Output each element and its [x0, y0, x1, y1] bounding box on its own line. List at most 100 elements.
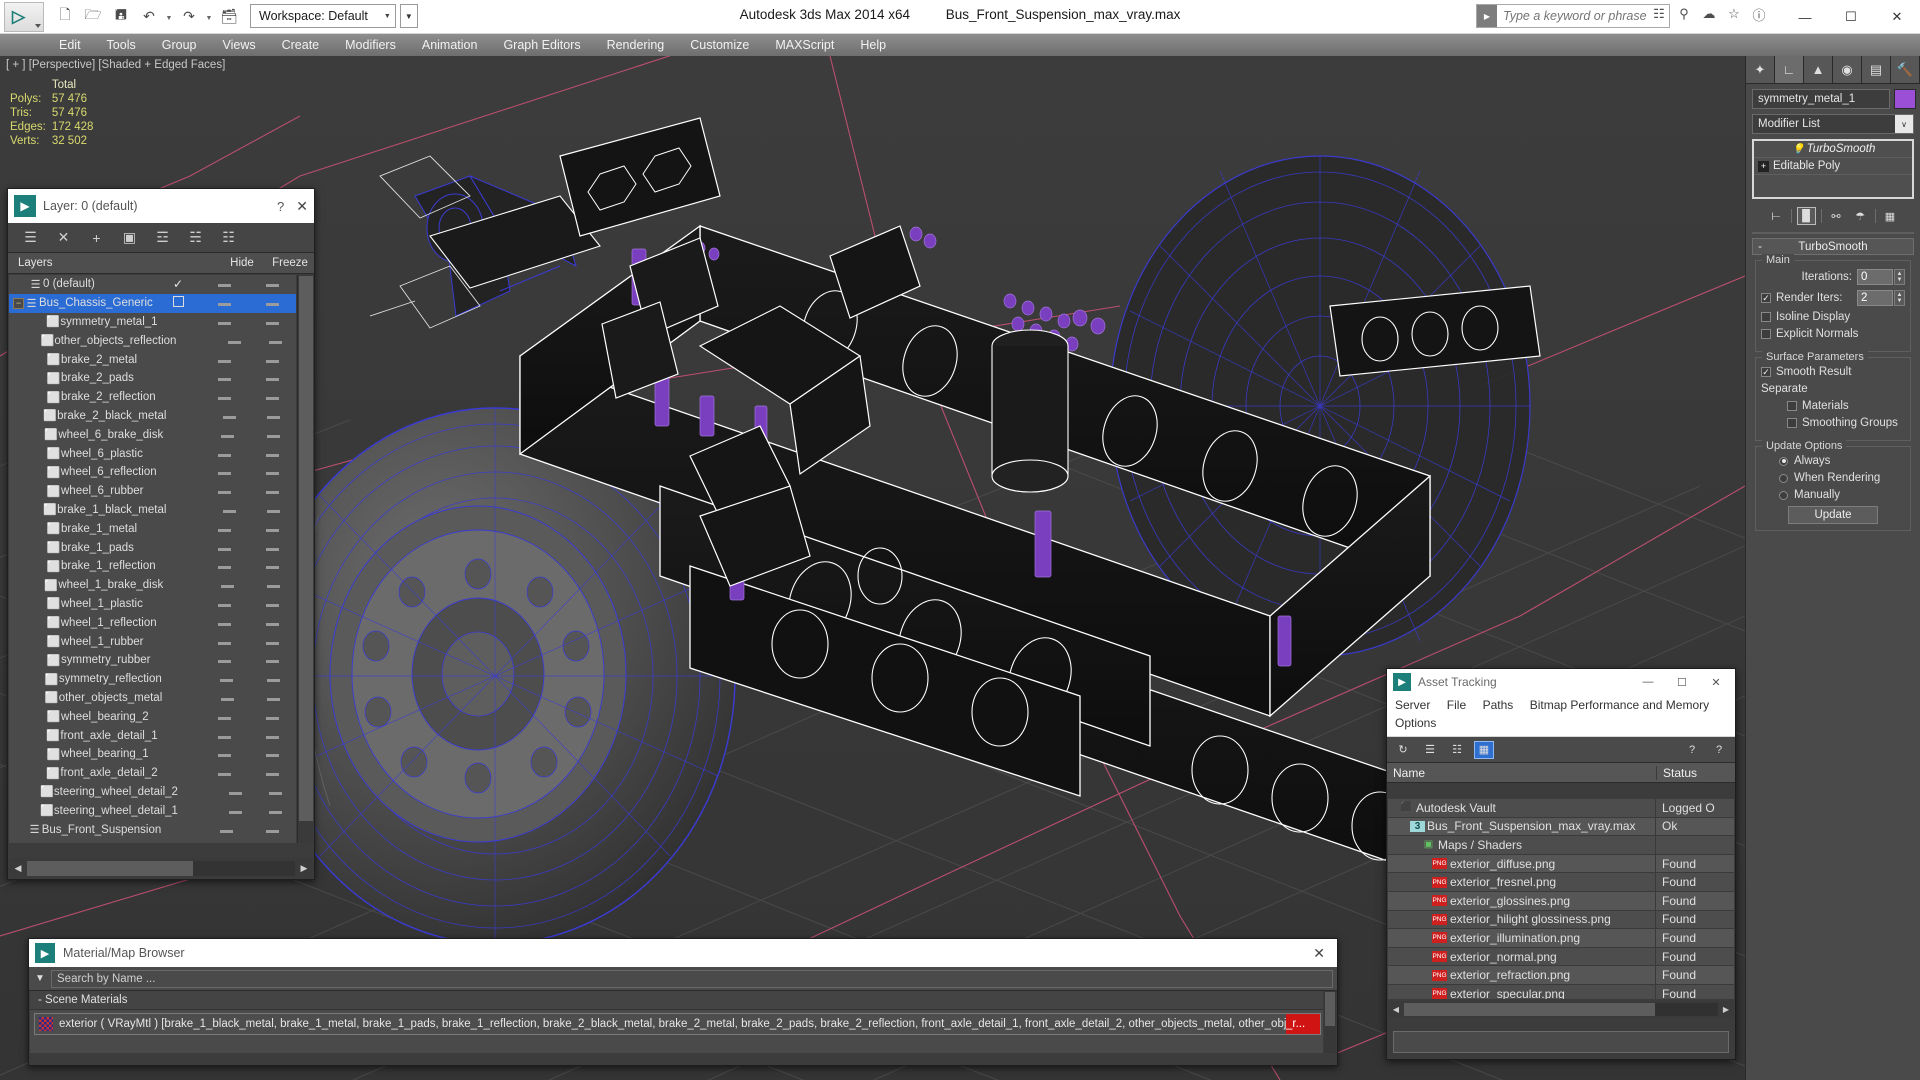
modifier-list-dropdown[interactable]: Modifier List ∨: [1752, 114, 1914, 134]
layer-hide-cell[interactable]: [200, 372, 248, 384]
layer-row[interactable]: ⬜brake_1_reflection: [9, 557, 296, 576]
close-icon[interactable]: ✕: [296, 198, 308, 215]
explicit-normals-row[interactable]: Explicit Normals: [1761, 328, 1905, 340]
smooth-result-checkbox[interactable]: ✓: [1761, 367, 1771, 377]
layer-col-freeze[interactable]: Freeze: [266, 257, 314, 269]
menu-views[interactable]: Views: [209, 34, 268, 56]
asset-row[interactable]: PNGexterior_specular.pngFound: [1388, 985, 1734, 999]
iterations-spinner[interactable]: ▲▼: [1894, 269, 1905, 285]
update-when-rendering-radio[interactable]: [1779, 474, 1788, 483]
open-icon[interactable]: 🗁: [80, 3, 106, 29]
layer-hide-cell[interactable]: [200, 542, 248, 554]
asset-row[interactable]: PNGexterior_normal.pngFound: [1388, 948, 1734, 967]
layer-freeze-cell[interactable]: [248, 466, 296, 478]
asset-hscroll-thumb[interactable]: [1404, 1003, 1655, 1016]
update-always-row[interactable]: Always: [1761, 455, 1905, 467]
separate-materials-checkbox[interactable]: [1787, 401, 1797, 411]
menu-animation[interactable]: Animation: [409, 34, 491, 56]
add-selection-icon[interactable]: +: [88, 230, 105, 246]
layer-row[interactable]: ⬜brake_2_pads: [9, 369, 296, 388]
create-tab[interactable]: ✦: [1746, 56, 1775, 83]
layer-row[interactable]: ⬜wheel_6_rubber: [9, 482, 296, 501]
layer-hide-cell[interactable]: [200, 598, 248, 610]
lightbulb-icon[interactable]: 💡: [1791, 144, 1807, 155]
help-circle-icon[interactable]: ⓘ: [1750, 5, 1768, 23]
asset-row[interactable]: PNGexterior_refraction.pngFound: [1388, 966, 1734, 985]
layer-row[interactable]: ⬜symmetry_rubber: [9, 651, 296, 670]
isoline-display-checkbox[interactable]: [1761, 312, 1771, 322]
asset-col-status[interactable]: Status: [1657, 766, 1735, 780]
render-iters-field[interactable]: 2: [1857, 290, 1893, 306]
undo-icon[interactable]: ↶: [136, 3, 162, 29]
search-box[interactable]: ▶: [1476, 4, 1670, 28]
rollout-header[interactable]: - TurboSmooth: [1752, 238, 1914, 255]
minimize-button[interactable]: —: [1631, 669, 1665, 695]
filter-icon[interactable]: ▼: [29, 973, 51, 984]
refresh-icon[interactable]: ↻: [1393, 741, 1413, 759]
layer-row[interactable]: ⬜symmetry_metal_1: [9, 313, 296, 332]
update-button[interactable]: Update: [1788, 506, 1878, 524]
menu-customize[interactable]: Customize: [677, 34, 762, 56]
layer-freeze-cell[interactable]: [248, 448, 296, 460]
separate-smoothing-row[interactable]: Smoothing Groups: [1761, 417, 1905, 429]
menubar[interactable]: EditToolsGroupViewsCreateModifiersAnimat…: [0, 34, 1920, 56]
list-view-icon[interactable]: ☰: [1420, 741, 1440, 759]
layer-vscroll-thumb[interactable]: [299, 276, 313, 821]
layer-hide-cell[interactable]: [200, 617, 248, 629]
layer-freeze-cell[interactable]: [249, 767, 296, 779]
separate-materials-row[interactable]: Materials: [1761, 400, 1905, 412]
stack-item-turbosmooth[interactable]: 💡 TurboSmooth: [1754, 141, 1912, 158]
layer-row[interactable]: ⬜brake_2_reflection: [9, 388, 296, 407]
new-layer-icon[interactable]: ☰: [22, 229, 39, 246]
layer-properties-icon[interactable]: ☷: [220, 229, 237, 246]
search-dropdown-icon[interactable]: ▶: [1477, 5, 1497, 27]
layer-hide-cell[interactable]: [200, 297, 248, 309]
layer-hide-cell[interactable]: [201, 730, 248, 742]
layer-hide-cell[interactable]: [200, 560, 248, 572]
asset-row[interactable]: 3Bus_Front_Suspension_max_vray.maxOk: [1388, 818, 1734, 837]
layer-hide-cell[interactable]: [204, 692, 250, 704]
layer-hide-cell[interactable]: [200, 523, 248, 535]
update-always-radio[interactable]: [1779, 457, 1788, 466]
application-menu-button[interactable]: ▷: [4, 2, 44, 32]
scroll-left-icon[interactable]: ◀: [1388, 1005, 1404, 1014]
redo-icon[interactable]: ↷: [176, 3, 202, 29]
new-icon[interactable]: 🗋: [52, 3, 78, 29]
current-layer-checkbox[interactable]: [173, 296, 184, 307]
asset-hscroll-track[interactable]: [1404, 1003, 1718, 1016]
close-icon[interactable]: ✕: [1313, 945, 1325, 962]
layer-freeze-cell[interactable]: [250, 579, 296, 591]
menu-graph-editors[interactable]: Graph Editors: [490, 34, 593, 56]
iterations-field[interactable]: 0: [1857, 269, 1893, 285]
layer-freeze-cell[interactable]: [248, 523, 296, 535]
layer-row[interactable]: ⬜front_axle_detail_1: [9, 726, 296, 745]
menu-server[interactable]: Server: [1395, 698, 1430, 712]
favorites-icon[interactable]: ☆: [1725, 5, 1743, 23]
layer-freeze-cell[interactable]: [248, 598, 296, 610]
layer-freeze-cell[interactable]: [250, 673, 296, 685]
layer-hide-cell[interactable]: [200, 485, 248, 497]
layer-current-cell[interactable]: [156, 296, 200, 310]
turbosmooth-rollout[interactable]: - TurboSmooth Main Iterations: 0 ▲▼ ✓ Re…: [1752, 238, 1914, 531]
material-vscroll-thumb[interactable]: [1325, 992, 1335, 1026]
remove-modifier-icon[interactable]: ☂: [1851, 207, 1870, 225]
layer-freeze-cell[interactable]: [248, 542, 296, 554]
layer-freeze-cell[interactable]: [248, 372, 296, 384]
explicit-normals-checkbox[interactable]: [1761, 329, 1771, 339]
asset-row[interactable]: PNGexterior_glossines.pngFound: [1388, 892, 1734, 911]
chevron-down-icon[interactable]: ∨: [1895, 115, 1913, 133]
show-end-result-icon[interactable]: █: [1797, 207, 1816, 225]
asset-tracking-toolbar[interactable]: ↻ ☰ ☷ ▦ ? ?: [1387, 737, 1735, 763]
select-objects-icon[interactable]: ▣: [121, 229, 138, 246]
rollout-collapse-icon[interactable]: -: [1753, 241, 1767, 253]
layer-hide-cell[interactable]: [200, 278, 248, 290]
menu-rendering[interactable]: Rendering: [594, 34, 678, 56]
command-panel[interactable]: ✦ ∟ ▲ ◉ ▤ 🔨 symmetry_metal_1 Modifier Li…: [1745, 56, 1920, 1080]
layer-freeze-cell[interactable]: [252, 504, 296, 516]
update-when-rendering-row[interactable]: When Rendering: [1761, 472, 1905, 484]
layer-row[interactable]: ⬜brake_1_pads: [9, 538, 296, 557]
layer-row[interactable]: ⬜wheel_1_brake_disk: [9, 576, 296, 595]
layer-row[interactable]: ⬜brake_2_black_metal: [9, 407, 296, 426]
layer-row[interactable]: ⬜front_axle_detail_2: [9, 764, 296, 783]
layer-toolbar[interactable]: ☰ ✕ + ▣ ☲ ☵ ☷: [8, 223, 314, 253]
